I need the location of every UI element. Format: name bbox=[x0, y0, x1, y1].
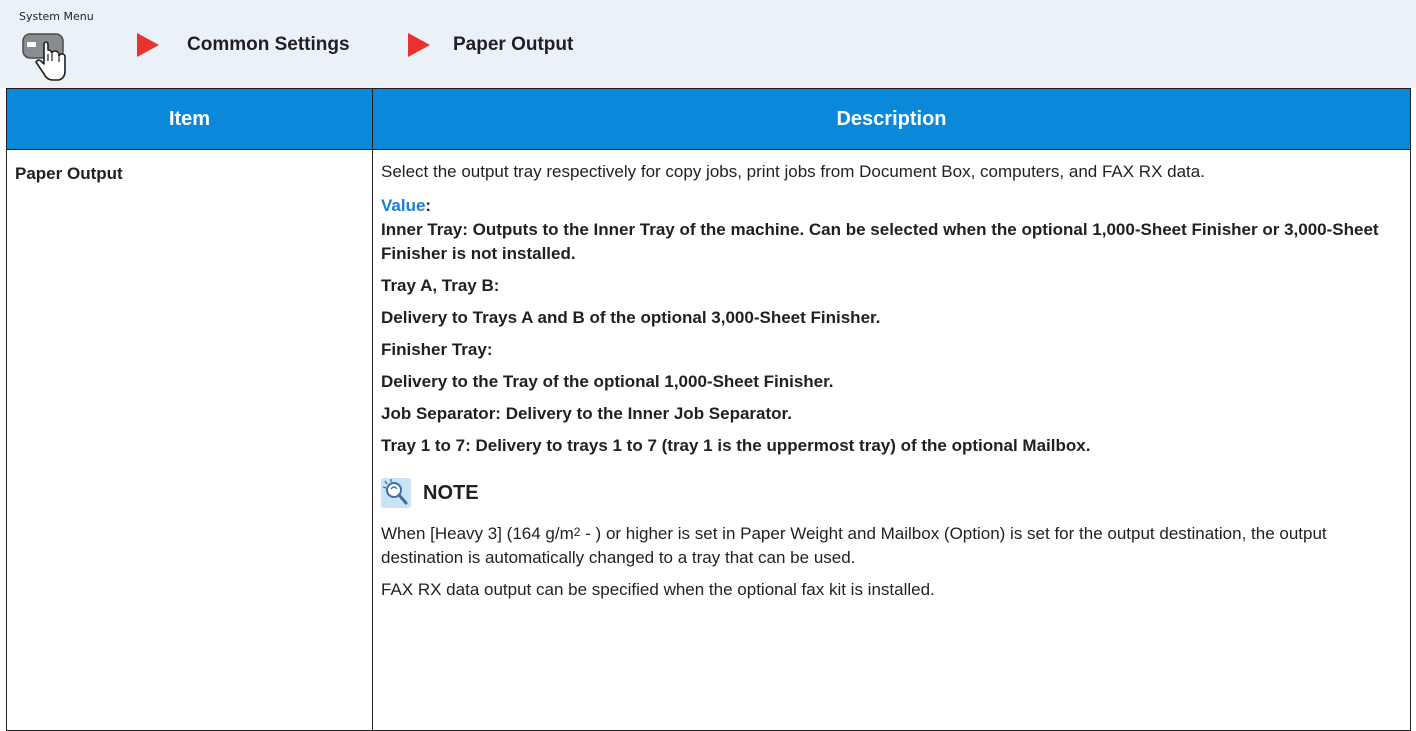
breadcrumb-item-paper-output: Paper Output bbox=[453, 34, 574, 55]
description-text: Select the output tray respectively for … bbox=[381, 162, 1205, 181]
note-title: NOTE bbox=[423, 482, 479, 504]
item-name: Paper Output bbox=[6, 149, 373, 731]
superscript: 2 bbox=[573, 525, 581, 539]
value-label: Value bbox=[381, 196, 426, 215]
note-header: NOTE bbox=[381, 478, 1392, 508]
value-option: Tray 1 to 7: Delivery to trays 1 to 7 (t… bbox=[381, 436, 1091, 455]
note-text-part: When [Heavy 3] (164 g/m bbox=[381, 524, 574, 543]
value-option: Tray A, Tray B: bbox=[381, 276, 500, 295]
column-header-description: Description bbox=[372, 88, 1411, 150]
table-row: Paper Output Select the output tray resp… bbox=[6, 149, 1411, 731]
breadcrumb-arrow-icon bbox=[408, 33, 430, 57]
value-colon: : bbox=[425, 196, 432, 215]
breadcrumb: System Menu Common Settings Paper Output bbox=[0, 0, 1416, 88]
breadcrumb-arrow-icon bbox=[137, 33, 159, 57]
value-heading: Value: bbox=[381, 194, 1392, 218]
value-option: Job Separator: Delivery to the Inner Job… bbox=[381, 404, 792, 423]
system-menu-label: System Menu bbox=[19, 10, 94, 23]
value-option: Delivery to Trays A and B of the optiona… bbox=[381, 308, 881, 327]
column-header-item: Item bbox=[6, 88, 373, 150]
magnifier-note-icon bbox=[381, 478, 411, 508]
hand-pressing-button-icon bbox=[22, 33, 66, 81]
note-text: FAX RX data output can be specified when… bbox=[381, 580, 935, 599]
item-description: Select the output tray respectively for … bbox=[372, 149, 1411, 731]
settings-table: Item Description Paper Output Select the… bbox=[6, 88, 1411, 731]
breadcrumb-item-common-settings: Common Settings bbox=[187, 34, 350, 55]
note-text: When [Heavy 3] (164 g/m2 - ) or higher i… bbox=[381, 522, 1392, 570]
value-option: Finisher Tray: bbox=[381, 340, 493, 359]
value-option: Delivery to the Tray of the optional 1,0… bbox=[381, 372, 834, 391]
value-option: Inner Tray: Outputs to the Inner Tray of… bbox=[381, 220, 1379, 263]
table-header-row: Item Description bbox=[6, 88, 1411, 150]
